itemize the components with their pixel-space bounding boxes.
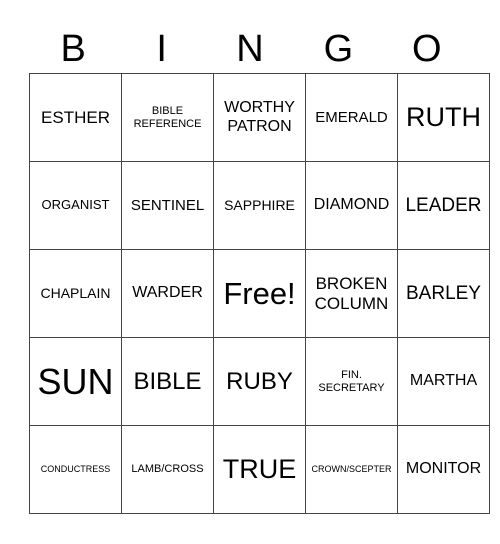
card-cell[interactable]: WORTHY PATRON: [213, 73, 306, 162]
card-cell[interactable]: SUN: [29, 337, 122, 426]
card-cell[interactable]: TRUE: [213, 425, 306, 514]
card-cell[interactable]: LEADER: [397, 161, 490, 250]
card-cell[interactable]: FIN. SECRETARY: [305, 337, 398, 426]
header-letter-b: B: [60, 28, 86, 70]
free-space-cell[interactable]: Free!: [213, 249, 306, 338]
card-cell[interactable]: ORGANIST: [29, 161, 122, 250]
header-letter-g: G: [323, 28, 354, 70]
card-cell[interactable]: BROKEN COLUMN: [305, 249, 398, 338]
card-cell[interactable]: SAPPHIRE: [213, 161, 306, 250]
card-cell[interactable]: SENTINEL: [121, 161, 214, 250]
header-letter-i: I: [156, 28, 167, 70]
card-cell[interactable]: BIBLE REFERENCE: [121, 73, 214, 162]
card-cell[interactable]: ESTHER: [29, 73, 122, 162]
card-row: ESTHER BIBLE REFERENCE WORTHY PATRON EME…: [29, 73, 490, 162]
card-cell[interactable]: MONITOR: [397, 425, 490, 514]
card-row: ORGANIST SENTINEL SAPPHIRE DIAMOND LEADE…: [29, 161, 490, 250]
card-cell[interactable]: LAMB/CROSS: [121, 425, 214, 514]
bingo-card: ESTHER BIBLE REFERENCE WORTHY PATRON EME…: [29, 73, 490, 514]
header-letter-o: O: [412, 28, 442, 70]
card-cell[interactable]: CHAPLAIN: [29, 249, 122, 338]
card-row: SUN BIBLE RUBY FIN. SECRETARY MARTHA: [29, 337, 490, 426]
header-letter-n: N: [236, 28, 264, 70]
card-cell[interactable]: RUTH: [397, 73, 490, 162]
bingo-header: B I N G O: [29, 26, 471, 72]
card-cell[interactable]: MARTHA: [397, 337, 490, 426]
card-cell[interactable]: EMERALD: [305, 73, 398, 162]
card-cell[interactable]: CROWN/SCEPTER: [305, 425, 398, 514]
card-cell[interactable]: DIAMOND: [305, 161, 398, 250]
card-cell[interactable]: BARLEY: [397, 249, 490, 338]
card-row: CHAPLAIN WARDER Free! BROKEN COLUMN BARL…: [29, 249, 490, 338]
card-cell[interactable]: WARDER: [121, 249, 214, 338]
card-row: CONDUCTRESS LAMB/CROSS TRUE CROWN/SCEPTE…: [29, 425, 490, 514]
card-cell[interactable]: RUBY: [213, 337, 306, 426]
card-cell[interactable]: CONDUCTRESS: [29, 425, 122, 514]
card-cell[interactable]: BIBLE: [121, 337, 214, 426]
